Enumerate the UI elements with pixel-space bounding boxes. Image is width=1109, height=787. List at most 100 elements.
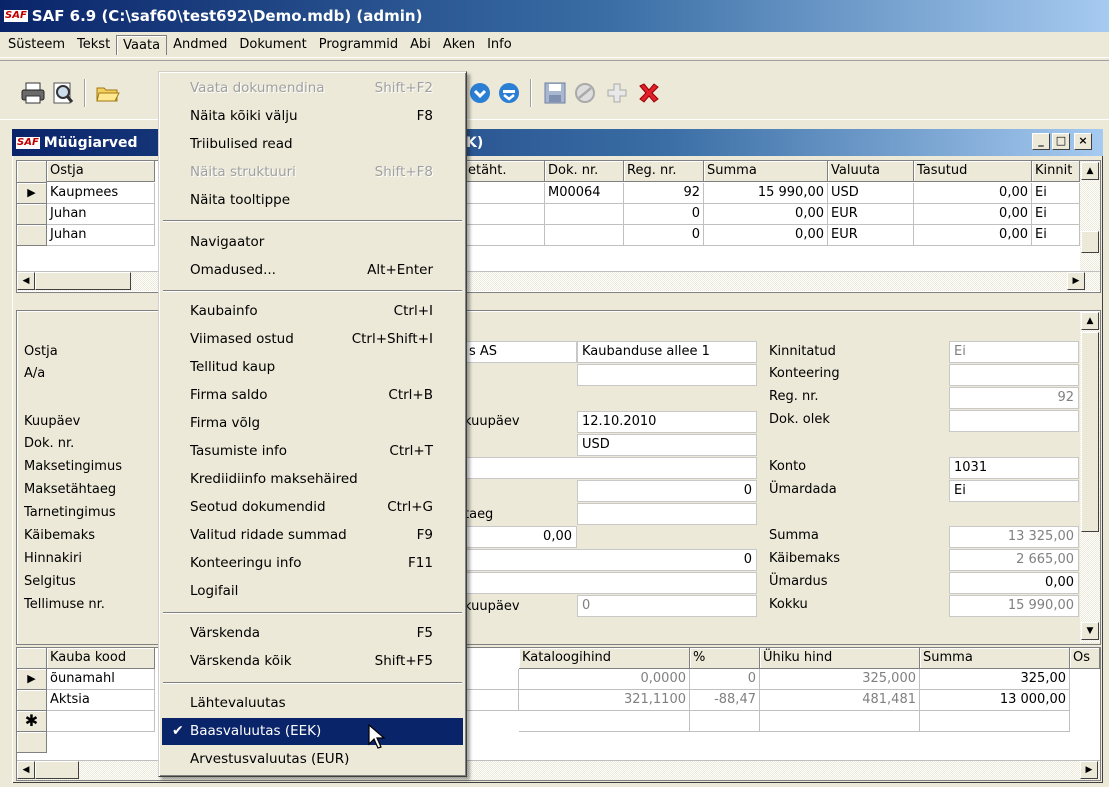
save-icon[interactable] (542, 81, 568, 111)
menu-item-kaubainfo[interactable]: Kaubainfo Ctrl+I (162, 298, 463, 325)
col-header-pct[interactable]: % (690, 648, 760, 669)
menu-item-logifail[interactable]: Logifail (162, 578, 463, 605)
print-preview-icon[interactable] (50, 81, 76, 111)
cell-tasutud[interactable]: 0,00 (914, 183, 1032, 204)
cell-reg-nr[interactable]: 92 (624, 183, 704, 204)
field-zero-c[interactable]: 0 (577, 595, 757, 617)
cell-kataloogihind[interactable]: 321,1100 (519, 690, 690, 711)
field-firma-name[interactable]: s AS (464, 341, 577, 363)
field-date[interactable]: 12.10.2010 (577, 411, 757, 433)
cell-uhiku-hind[interactable]: 481,481 (760, 690, 920, 711)
cell-ostja[interactable]: Kaupmees (47, 183, 155, 204)
cell-tasutud[interactable]: 0,00 (914, 225, 1032, 246)
printer-icon[interactable] (20, 81, 46, 111)
menu-item-varskenda-koik[interactable]: Värskenda kõik Shift+F5 (162, 648, 463, 675)
menu-item-krediidiinfo[interactable]: Krediidiinfo maksehäired (162, 466, 463, 493)
menu-item-navigaator[interactable]: Navigaator (162, 229, 463, 256)
menu-item-viimased-ostud[interactable]: Viimased ostud Ctrl+Shift+I (162, 326, 463, 353)
menu-item-tasumiste-info[interactable]: Tasumiste info Ctrl+T (162, 438, 463, 465)
row-indicator-current[interactable]: ▶ (17, 183, 47, 204)
maximize-button[interactable]: □ (1052, 133, 1070, 150)
down-icon[interactable] (496, 81, 522, 111)
col-header-uhiku-hind[interactable]: Ühiku hind (760, 648, 920, 669)
menu-tekst[interactable]: Tekst (71, 35, 116, 54)
col-header-kauba-kood[interactable]: Kauba kood (47, 648, 155, 669)
field-summa[interactable]: 13 325,00 (949, 526, 1079, 548)
scroll-right-icon[interactable]: ▶ (1067, 272, 1085, 290)
scroll-left-icon[interactable]: ◀ (17, 761, 35, 779)
scroll-up-icon[interactable]: ▲ (1081, 312, 1099, 330)
menu-item-vaata-dokumendina[interactable]: Vaata dokumendina Shift+F2 (162, 75, 463, 102)
col-header-kataloogihind[interactable]: Kataloogihind (519, 648, 690, 669)
col-header-valuuta[interactable]: Valuuta (828, 161, 914, 182)
open-folder-icon[interactable] (95, 81, 121, 111)
cell-summa[interactable]: 0,00 (704, 204, 828, 225)
field-umardada[interactable]: Ei (949, 480, 1079, 502)
menu-vaata[interactable]: Vaata (116, 34, 168, 55)
field-kokku[interactable]: 15 990,00 (949, 595, 1079, 617)
menu-item-naita-tooltippe[interactable]: Näita tooltippe (162, 187, 463, 214)
cell-summa[interactable]: 325,00 (920, 669, 1070, 690)
cell-summa[interactable]: 0,00 (704, 225, 828, 246)
col-header-kinnit[interactable]: Kinnit (1032, 161, 1080, 182)
cell-dok-nr[interactable] (545, 204, 624, 225)
menu-item-firma-volg[interactable]: Firma võlg (162, 410, 463, 437)
menu-item-firma-saldo[interactable]: Firma saldo Ctrl+B (162, 382, 463, 409)
col-header-summa[interactable]: Summa (920, 648, 1070, 669)
field-reg-nr[interactable]: 92 (949, 387, 1079, 409)
cell-kinnit[interactable]: Ei (1032, 204, 1080, 225)
col-header-tahtaeg[interactable]: etäht. (465, 161, 545, 182)
form-vscroll[interactable]: ▲ ▼ (1080, 312, 1100, 643)
cell-ostja[interactable]: Juhan (47, 225, 155, 246)
field-konto[interactable]: 1031 (949, 457, 1079, 479)
cell-valuuta[interactable]: USD (828, 183, 914, 204)
menu-programmid[interactable]: Programmid (313, 35, 404, 54)
col-header-ostja[interactable]: Ostja (47, 161, 155, 182)
menu-item-tellitud-kaup[interactable]: Tellitud kaup (162, 354, 463, 381)
menu-susteem[interactable]: Süsteem (2, 35, 71, 54)
hscroll-thumb[interactable] (35, 761, 79, 779)
cell-kinnit[interactable]: Ei (1032, 183, 1080, 204)
cell-valuuta[interactable]: EUR (828, 204, 914, 225)
col-header-summa[interactable]: Summa (704, 161, 828, 182)
close-button[interactable]: × (1074, 133, 1092, 150)
scroll-right-icon[interactable]: ▶ (1080, 761, 1098, 779)
menu-andmed[interactable]: Andmed (167, 35, 233, 54)
menu-item-lahtevaluutas[interactable]: Lähtevaluutas (162, 690, 463, 717)
field-kaibemaks[interactable]: 2 665,00 (949, 549, 1079, 571)
menu-item-varskenda[interactable]: Värskenda F5 (162, 620, 463, 647)
field-zero-a[interactable]: 0 (577, 480, 757, 502)
field-address[interactable]: Kaubanduse allee 1 (577, 341, 757, 363)
form-scroll-thumb[interactable] (1081, 332, 1099, 532)
cell-pct[interactable]: 0 (690, 669, 760, 690)
field-amount-a[interactable]: 0,00 (464, 526, 577, 548)
cell-kinnit[interactable]: Ei (1032, 225, 1080, 246)
col-header-dok-nr[interactable]: Dok. nr. (545, 161, 624, 182)
col-header-tasutud[interactable]: Tasutud (914, 161, 1032, 182)
menu-item-konteeringu-info[interactable]: Konteeringu info F11 (162, 550, 463, 577)
scroll-thumb[interactable] (1081, 231, 1099, 253)
new-row-indicator[interactable]: ✱ (17, 711, 47, 732)
cancel-icon[interactable] (572, 81, 598, 111)
menu-aken[interactable]: Aken (437, 35, 481, 54)
cell-summa[interactable]: 15 990,00 (704, 183, 828, 204)
row-indicator-current[interactable]: ▶ (17, 669, 47, 690)
cell-summa[interactable]: 13 000,00 (920, 690, 1070, 711)
cell-dok-nr[interactable] (545, 225, 624, 246)
cell-pct[interactable]: -88,47 (690, 690, 760, 711)
menu-item-naita-koiki-valju[interactable]: Näita kõiki välju F8 (162, 103, 463, 130)
menu-info[interactable]: Info (481, 35, 518, 54)
scroll-up-icon[interactable]: ▲ (1081, 162, 1099, 180)
menu-item-naita-struktuuri[interactable]: Näita struktuuri Shift+F8 (162, 159, 463, 186)
cell-kauba-kood[interactable]: Aktsia (47, 690, 155, 711)
scroll-left-icon[interactable]: ◀ (17, 272, 35, 290)
scroll-down-icon[interactable]: ▼ (1081, 622, 1099, 640)
cell-ostja[interactable]: Juhan (47, 204, 155, 225)
minimize-button[interactable]: _ (1032, 133, 1050, 150)
menu-item-valitud-ridade-summad[interactable]: Valitud ridade summad F9 (162, 522, 463, 549)
col-header-reg-nr[interactable]: Reg. nr. (624, 161, 704, 182)
menu-item-omadused[interactable]: Omadused... Alt+Enter (162, 257, 463, 284)
cell-uhiku-hind[interactable]: 325,000 (760, 669, 920, 690)
refresh-icon[interactable] (467, 81, 493, 111)
top-grid-vscroll[interactable]: ▲ (1080, 161, 1100, 271)
